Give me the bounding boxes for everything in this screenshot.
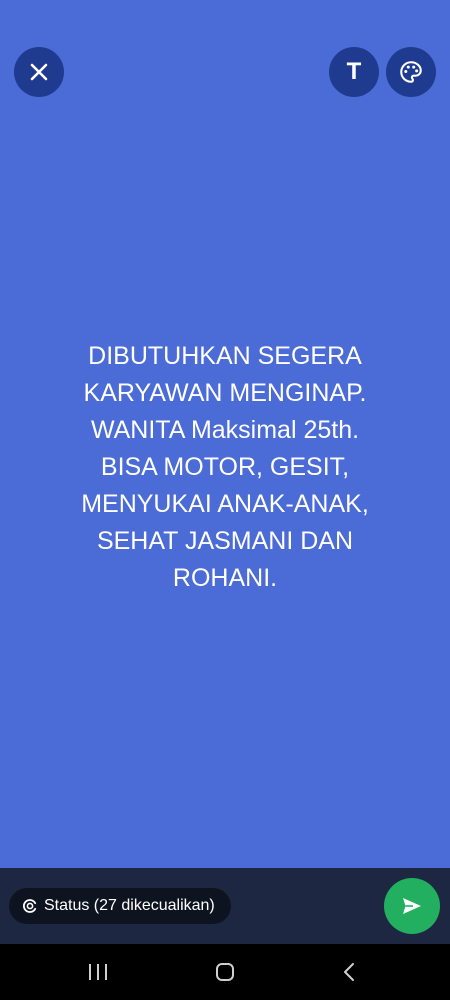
status-audience-button[interactable]: Status (27 dikecualikan) [9,888,231,924]
recents-button[interactable] [68,944,128,1000]
send-button[interactable] [384,878,440,934]
palette-icon [400,61,422,83]
back-button[interactable] [320,944,380,1000]
system-navigation-bar [0,944,450,1000]
status-text-body[interactable]: DIBUTUHKAN SEGERA KARYAWAN MENGINAP. WAN… [40,338,410,597]
home-icon [216,963,234,981]
back-icon [344,963,354,981]
status-text-line: KARYAWAN MENGINAP. [83,379,367,407]
text-style-label: T [346,58,362,85]
status-audience-label: Status (27 dikecualikan) [44,897,215,914]
status-ring-icon [22,898,38,914]
status-text-line: MENYUKAI ANAK-ANAK, [81,490,369,518]
status-text-line: ROHANI. [172,564,278,592]
close-icon [30,63,48,81]
status-text-line: BISA MOTOR, GESIT, [100,453,350,481]
home-button[interactable] [195,944,255,1000]
status-text-line: WANITA Maksimal 25th. [90,416,360,444]
status-composer-screen: T DIBUTUHKAN SEGERA KARYAWAN MENGINAP. W… [0,0,450,1000]
status-text-line: DIBUTUHKAN SEGERA [88,342,362,370]
compose-footer: Status (27 dikecualikan) [0,868,450,944]
background-color-button[interactable] [386,47,436,97]
close-button[interactable] [14,47,64,97]
send-icon [403,898,421,914]
recents-icon [89,964,107,980]
status-text-line: SEHAT JASMANI DAN [96,527,354,555]
text-style-button[interactable]: T [329,47,379,97]
